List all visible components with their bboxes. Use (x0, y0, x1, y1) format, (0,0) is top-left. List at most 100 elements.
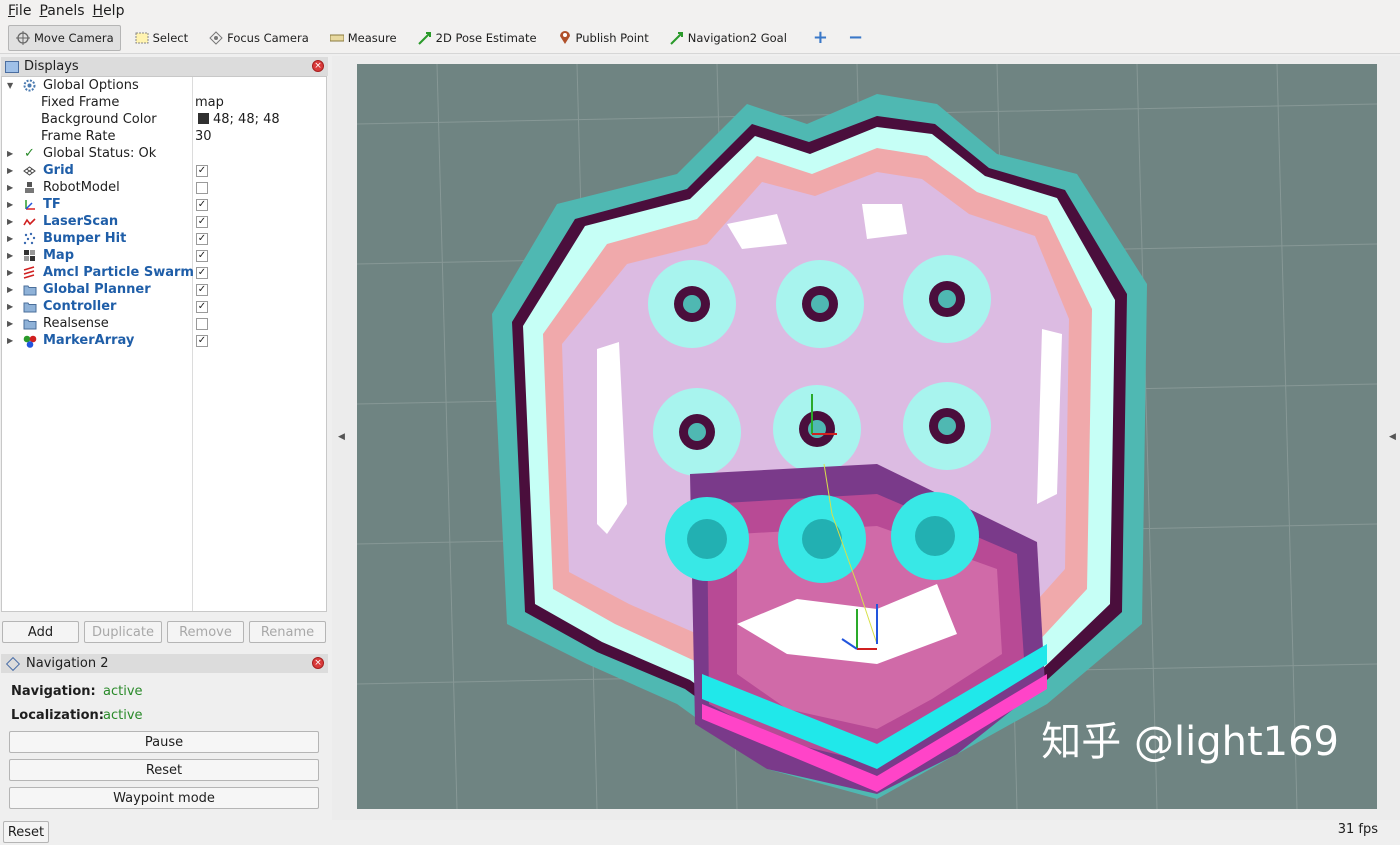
localization-label: Localization: (11, 708, 104, 723)
rename-display-button[interactable]: Rename (249, 621, 326, 643)
toolbar: Move Camera Select Focus Camera Measure … (0, 22, 1400, 54)
close-icon[interactable]: × (312, 657, 324, 669)
map-icon (22, 248, 37, 263)
waypoint-mode-button[interactable]: Waypoint mode (9, 787, 319, 809)
laserscan-checkbox[interactable]: ✓ (196, 215, 208, 228)
measure-tool[interactable]: Measure (322, 25, 404, 51)
grid-checkbox[interactable]: ✓ (196, 164, 208, 177)
collapsed-arrow-icon[interactable]: ▶ (7, 268, 13, 277)
tree-row-map[interactable]: ▶ Map ✓ (2, 247, 326, 264)
menu-help[interactable]: Help (93, 3, 125, 19)
collapsed-arrow-icon[interactable]: ▶ (7, 166, 13, 175)
navigation-panel-header: Navigation 2 × (1, 654, 328, 673)
move-camera-tool[interactable]: Move Camera (8, 24, 121, 51)
expanded-arrow-icon[interactable]: ▼ (7, 81, 13, 90)
markers-icon (22, 333, 37, 348)
collapsed-arrow-icon[interactable]: ▶ (7, 336, 13, 345)
amcl-particle-swarm-checkbox[interactable]: ✓ (196, 266, 208, 279)
global-planner-checkbox[interactable]: ✓ (196, 283, 208, 296)
collapse-left-icon[interactable]: ◀ (338, 432, 345, 442)
move-camera-icon (15, 30, 31, 46)
3d-viewport[interactable]: 知乎 @light169 (357, 64, 1377, 809)
plus-icon: + (812, 27, 829, 48)
tree-row-robotmodel[interactable]: ▶ RobotModel (2, 179, 326, 196)
reset-button[interactable]: Reset (3, 821, 49, 843)
tree-row-global-planner[interactable]: ▶ Global Planner ✓ (2, 281, 326, 298)
focus-camera-icon (208, 30, 224, 46)
collapsed-arrow-icon[interactable]: ▶ (7, 319, 13, 328)
monitor-icon (5, 60, 19, 73)
collapsed-arrow-icon[interactable]: ▶ (7, 251, 13, 260)
displays-tree: ▼ Global Options Fixed Frame map Backgro… (1, 76, 327, 612)
navigation-status: active (103, 684, 143, 699)
pause-button[interactable]: Pause (9, 731, 319, 753)
tree-row-tf[interactable]: ▶ TF ✓ (2, 196, 326, 213)
collapsed-arrow-icon[interactable]: ▶ (7, 183, 13, 192)
tree-row-global-options[interactable]: ▼ Global Options (2, 77, 326, 94)
point-cloud-icon (22, 231, 37, 246)
add-tool-button[interactable]: + (806, 25, 835, 51)
add-display-button[interactable]: Add (2, 621, 79, 643)
select-tool[interactable]: Select (127, 25, 195, 51)
realsense-checkbox[interactable] (196, 317, 208, 330)
fps-counter: 31 fps (1337, 822, 1378, 837)
duplicate-display-button[interactable]: Duplicate (84, 621, 162, 643)
collapsed-arrow-icon[interactable]: ▶ (7, 302, 13, 311)
axes-icon (22, 197, 37, 212)
menu-file[interactable]: File (8, 3, 31, 19)
checkmark-icon: ✓ (24, 146, 35, 161)
tree-row-bumper-hit[interactable]: ▶ Bumper Hit ✓ (2, 230, 326, 247)
markerarray-checkbox[interactable]: ✓ (196, 334, 208, 347)
collapsed-arrow-icon[interactable]: ▶ (7, 149, 13, 158)
select-icon (134, 30, 150, 46)
remove-tool-button[interactable]: − (841, 25, 870, 51)
displays-panel-header: Displays × (1, 57, 328, 76)
folder-icon (22, 316, 37, 331)
tree-row-fixed-frame[interactable]: Fixed Frame map (2, 94, 326, 111)
status-bar: Reset 31 fps (0, 820, 1400, 845)
background-color-value[interactable]: 48; 48; 48 (195, 112, 280, 127)
publish-point-tool[interactable]: Publish Point (550, 25, 656, 51)
tree-row-background-color[interactable]: Background Color 48; 48; 48 (2, 111, 326, 128)
collapsed-arrow-icon[interactable]: ▶ (7, 217, 13, 226)
displays-buttons: Add Duplicate Remove Rename (0, 621, 328, 645)
close-icon[interactable]: × (312, 60, 324, 72)
tree-row-amcl-particle-swarm[interactable]: ▶ Amcl Particle Swarm ✓ (2, 264, 326, 281)
remove-display-button[interactable]: Remove (167, 621, 244, 643)
map-checkbox[interactable]: ✓ (196, 249, 208, 262)
folder-icon (22, 282, 37, 297)
controller-checkbox[interactable]: ✓ (196, 300, 208, 313)
color-swatch (198, 113, 209, 124)
tf-checkbox[interactable]: ✓ (196, 198, 208, 211)
tree-row-controller[interactable]: ▶ Controller ✓ (2, 298, 326, 315)
green-arrow-icon (669, 30, 685, 46)
localization-status: active (103, 708, 143, 723)
robotmodel-checkbox[interactable] (196, 181, 208, 194)
collapsed-arrow-icon[interactable]: ▶ (7, 234, 13, 243)
tree-row-realsense[interactable]: ▶ Realsense (2, 315, 326, 332)
tree-row-markerarray[interactable]: ▶ MarkerArray ✓ (2, 332, 326, 349)
tree-row-grid[interactable]: ▶ Grid ✓ (2, 162, 326, 179)
focus-camera-tool[interactable]: Focus Camera (201, 25, 316, 51)
navigation-title: Navigation 2 (26, 656, 109, 671)
minus-icon: − (848, 27, 864, 48)
navigation2-goal-tool[interactable]: Navigation2 Goal (662, 25, 794, 51)
collapse-right-icon[interactable]: ◀ (1389, 432, 1396, 442)
menu-panels[interactable]: Panels (39, 3, 84, 19)
green-arrow-icon (417, 30, 433, 46)
tree-row-global-status[interactable]: ▶ ✓ Global Status: Ok (2, 145, 326, 162)
tree-row-laserscan[interactable]: ▶ LaserScan ✓ (2, 213, 326, 230)
collapsed-arrow-icon[interactable]: ▶ (7, 285, 13, 294)
robot-icon (22, 180, 37, 195)
tree-row-frame-rate[interactable]: Frame Rate 30 (2, 128, 326, 145)
gear-icon (22, 78, 37, 93)
2d-pose-estimate-tool[interactable]: 2D Pose Estimate (410, 25, 544, 51)
costmap-render (357, 64, 1377, 809)
bumper-hit-checkbox[interactable]: ✓ (196, 232, 208, 245)
nav-reset-button[interactable]: Reset (9, 759, 319, 781)
folder-icon (22, 299, 37, 314)
pose-array-icon (22, 265, 37, 280)
collapsed-arrow-icon[interactable]: ▶ (7, 200, 13, 209)
watermark: 知乎 @light169 (1041, 719, 1339, 765)
diamond-icon (5, 656, 21, 671)
